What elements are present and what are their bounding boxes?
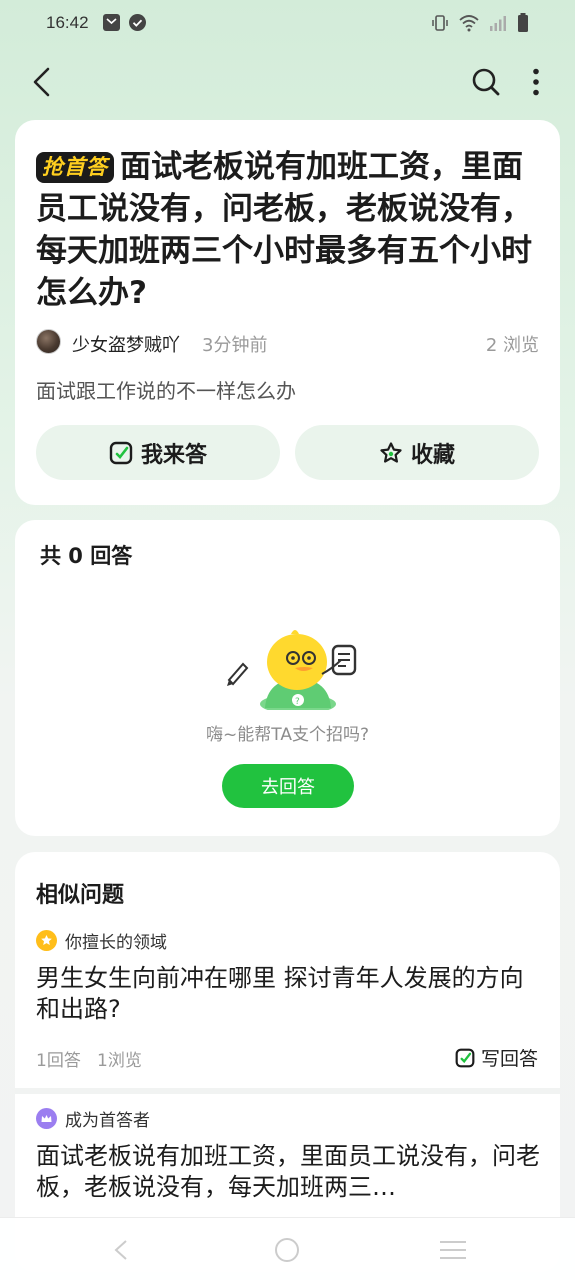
first-answer-badge: 抢首答	[36, 152, 114, 183]
similar-heading: 相似问题	[36, 883, 125, 908]
question-card: 抢首答 面试老板说有加班工资，里面员工说没有，问老板，老板说没有，每天加班两三个小…	[15, 120, 560, 505]
similar-item-tag: 你擅长的领域	[36, 928, 167, 953]
svg-text:?: ?	[295, 697, 300, 707]
answer-button[interactable]: 我来答	[36, 425, 280, 480]
status-icons	[431, 13, 529, 37]
write-answer-label: 写回答	[480, 1048, 538, 1070]
answers-card: 共 0 回答 ? 嗨~能帮TA支个招吗? 去回答	[15, 520, 560, 836]
post-time: 3分钟前	[202, 335, 268, 356]
similar-item-tag-label: 你擅长的领域	[65, 933, 167, 953]
similar-questions-card: 相似问题 你擅长的领域 男生女生向前冲在哪里 探讨青年人发展的方向和出路? 1回…	[15, 852, 560, 1272]
star-icon	[380, 441, 402, 463]
system-nav-bar	[0, 1217, 575, 1280]
question-description: 面试跟工作说的不一样怎么办	[36, 379, 296, 403]
similar-item-question[interactable]: 男生女生向前冲在哪里 探讨青年人发展的方向和出路?	[36, 963, 536, 1025]
star-badge-icon	[36, 930, 57, 951]
favorite-button[interactable]: 收藏	[295, 425, 539, 480]
question-title-block: 抢首答 面试老板说有加班工资，里面员工说没有，问老板，老板说没有，每天加班两三个小…	[36, 146, 536, 314]
status-bar: 16:42	[0, 0, 575, 48]
author-name[interactable]: 少女盗梦贼吖	[72, 331, 180, 357]
system-back-button[interactable]	[106, 1238, 136, 1262]
system-menu-button[interactable]	[438, 1238, 468, 1262]
vibrate-icon	[431, 14, 449, 36]
wifi-icon	[459, 14, 479, 36]
similar-item-stats: 1回答 1浏览	[36, 1046, 142, 1071]
view-count: 2 浏览	[485, 335, 539, 356]
similar-item-answers: 1回答	[36, 1051, 81, 1071]
crown-badge-icon	[36, 1108, 57, 1129]
system-home-button[interactable]	[272, 1238, 302, 1262]
answer-button-label: 我来答	[140, 442, 207, 468]
status-time: 16:42	[46, 13, 89, 32]
write-answer-button[interactable]: 写回答	[455, 1044, 538, 1071]
similar-item-question[interactable]: 面试老板说有加班工资，里面员工说没有，问老板，老板说没有，每天加班两三…	[36, 1141, 541, 1203]
more-vertical-icon	[533, 68, 539, 96]
favorite-button-label: 收藏	[410, 442, 455, 468]
battery-icon	[517, 13, 529, 37]
chevron-left-icon	[33, 67, 50, 97]
edit-check-icon	[455, 1048, 475, 1067]
menu-lines-icon	[440, 1241, 466, 1259]
search-icon	[472, 68, 500, 96]
edit-check-icon	[109, 441, 133, 464]
search-button[interactable]	[466, 62, 506, 102]
answer-count: 共 0 回答	[40, 544, 133, 568]
signal-icon	[489, 14, 507, 36]
duck-mascot-illustration: ?	[227, 630, 357, 710]
author-avatar[interactable]	[36, 329, 61, 354]
similar-item-tag: 成为首答者	[36, 1106, 150, 1131]
item-divider	[15, 1088, 560, 1094]
circle-home-icon	[275, 1238, 299, 1262]
check-notification-icon	[128, 13, 147, 32]
question-meta: 少女盗梦贼吖 3分钟前 2 浏览	[36, 328, 539, 356]
similar-item-views: 1浏览	[97, 1051, 142, 1071]
more-button[interactable]	[518, 62, 554, 102]
go-answer-button[interactable]: 去回答	[222, 764, 354, 808]
mail-notification-icon	[102, 13, 121, 32]
empty-answers-text: 嗨~能帮TA支个招吗?	[206, 725, 369, 745]
back-button[interactable]	[22, 62, 62, 102]
similar-item-tag-label: 成为首答者	[65, 1111, 150, 1131]
triangle-back-icon	[114, 1240, 127, 1260]
